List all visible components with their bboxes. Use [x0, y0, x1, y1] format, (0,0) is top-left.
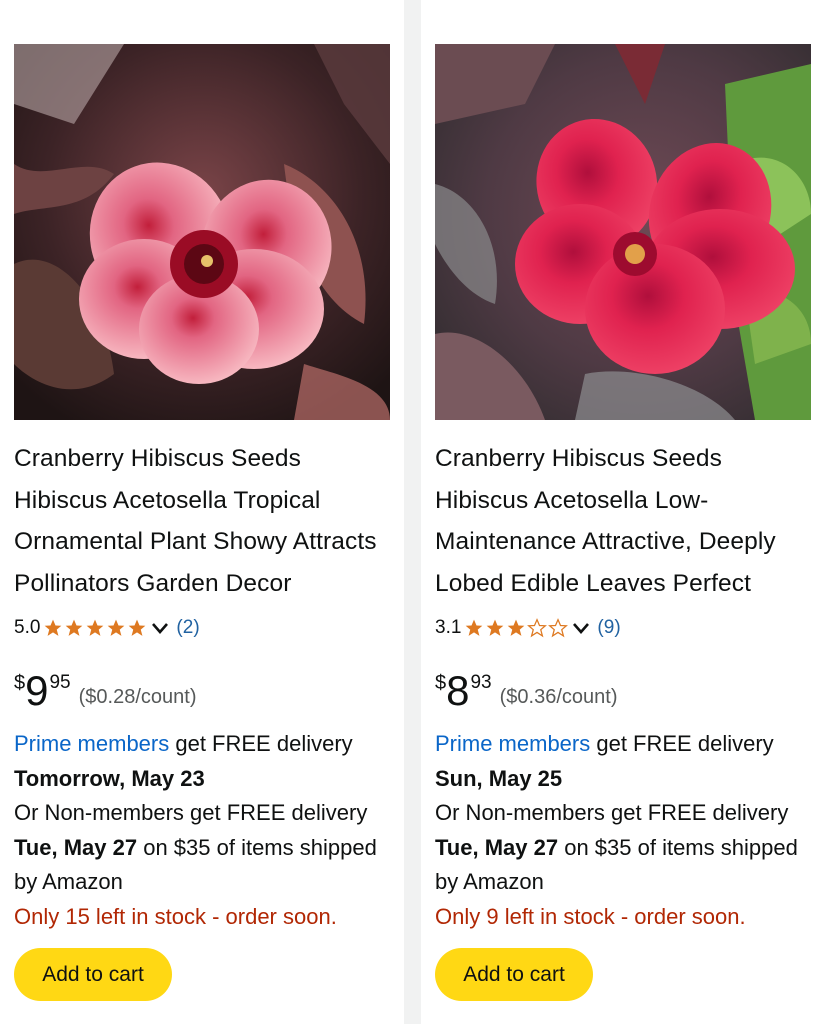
delivery-info: Prime members get FREE delivery Tomorrow…: [14, 727, 399, 934]
star-icon: [108, 619, 125, 636]
prime-delivery-text: get FREE delivery: [590, 731, 774, 756]
stock-warning: Only 9 left in stock - order soon.: [435, 903, 746, 929]
product-image[interactable]: [14, 44, 390, 420]
red-hibiscus-image: [435, 44, 811, 420]
unit-price: ($0.36/count): [499, 686, 618, 708]
review-count-link[interactable]: (2): [176, 617, 199, 639]
price: $ 8 93 ($0.36/count): [435, 668, 617, 714]
star-icon: [508, 619, 525, 636]
add-to-cart-button[interactable]: Add to cart: [435, 948, 593, 1001]
star-icon: [548, 618, 569, 638]
prime-members-link[interactable]: Prime members: [14, 731, 169, 756]
rating-value: 3.1: [435, 617, 462, 638]
prime-delivery-text: get FREE delivery: [169, 731, 353, 756]
nonmember-delivery-text: Or Non-members get FREE delivery: [435, 800, 789, 825]
unit-price: ($0.28/count): [78, 686, 197, 708]
rating-row[interactable]: 3.1 (9): [435, 614, 621, 642]
product-image[interactable]: [435, 44, 811, 420]
product-grid: Cranberry Hibiscus Seeds Hibiscus Acetos…: [0, 0, 830, 1024]
price-symbol: $: [435, 672, 447, 694]
rating-stars[interactable]: [43, 618, 148, 638]
pink-hibiscus-image: [14, 44, 390, 420]
rating-row[interactable]: 5.0 (2): [14, 614, 200, 642]
review-count-link[interactable]: (9): [597, 617, 620, 639]
star-icon: [87, 619, 104, 636]
product-title[interactable]: Cranberry Hibiscus Seeds Hibiscus Acetos…: [14, 438, 394, 604]
star-icon: [527, 618, 548, 638]
star-icon: [466, 619, 483, 636]
star-icon: [66, 619, 83, 636]
price-fraction: 93: [470, 672, 492, 693]
rating-value: 5.0: [14, 617, 41, 638]
product-card[interactable]: Cranberry Hibiscus Seeds Hibiscus Acetos…: [421, 0, 830, 1024]
stock-warning: Only 15 left in stock - order soon.: [14, 903, 337, 929]
star-icon: [45, 619, 62, 636]
nonmember-delivery-date: Tue, May 27: [14, 834, 138, 860]
star-icon: [487, 619, 504, 636]
rating-stars[interactable]: [464, 618, 569, 638]
product-title[interactable]: Cranberry Hibiscus Seeds Hibiscus Acetos…: [435, 438, 815, 604]
star-icon: [129, 619, 146, 636]
prime-delivery-date: Sun, May 25: [435, 765, 563, 791]
product-card[interactable]: Cranberry Hibiscus Seeds Hibiscus Acetos…: [0, 0, 404, 1024]
add-to-cart-button[interactable]: Add to cart: [14, 948, 172, 1001]
delivery-info: Prime members get FREE delivery Sun, May…: [435, 727, 820, 934]
price-symbol: $: [14, 672, 26, 694]
price-fraction: 95: [49, 672, 71, 693]
chevron-down-icon[interactable]: [150, 618, 170, 638]
prime-members-link[interactable]: Prime members: [435, 731, 590, 756]
chevron-down-icon[interactable]: [571, 618, 591, 638]
nonmember-delivery-date: Tue, May 27: [435, 834, 559, 860]
price: $ 9 95 ($0.28/count): [14, 668, 196, 714]
price-whole: 9: [25, 667, 49, 714]
price-whole: 8: [446, 667, 470, 714]
prime-delivery-date: Tomorrow, May 23: [14, 765, 205, 791]
nonmember-delivery-text: Or Non-members get FREE delivery: [14, 800, 368, 825]
